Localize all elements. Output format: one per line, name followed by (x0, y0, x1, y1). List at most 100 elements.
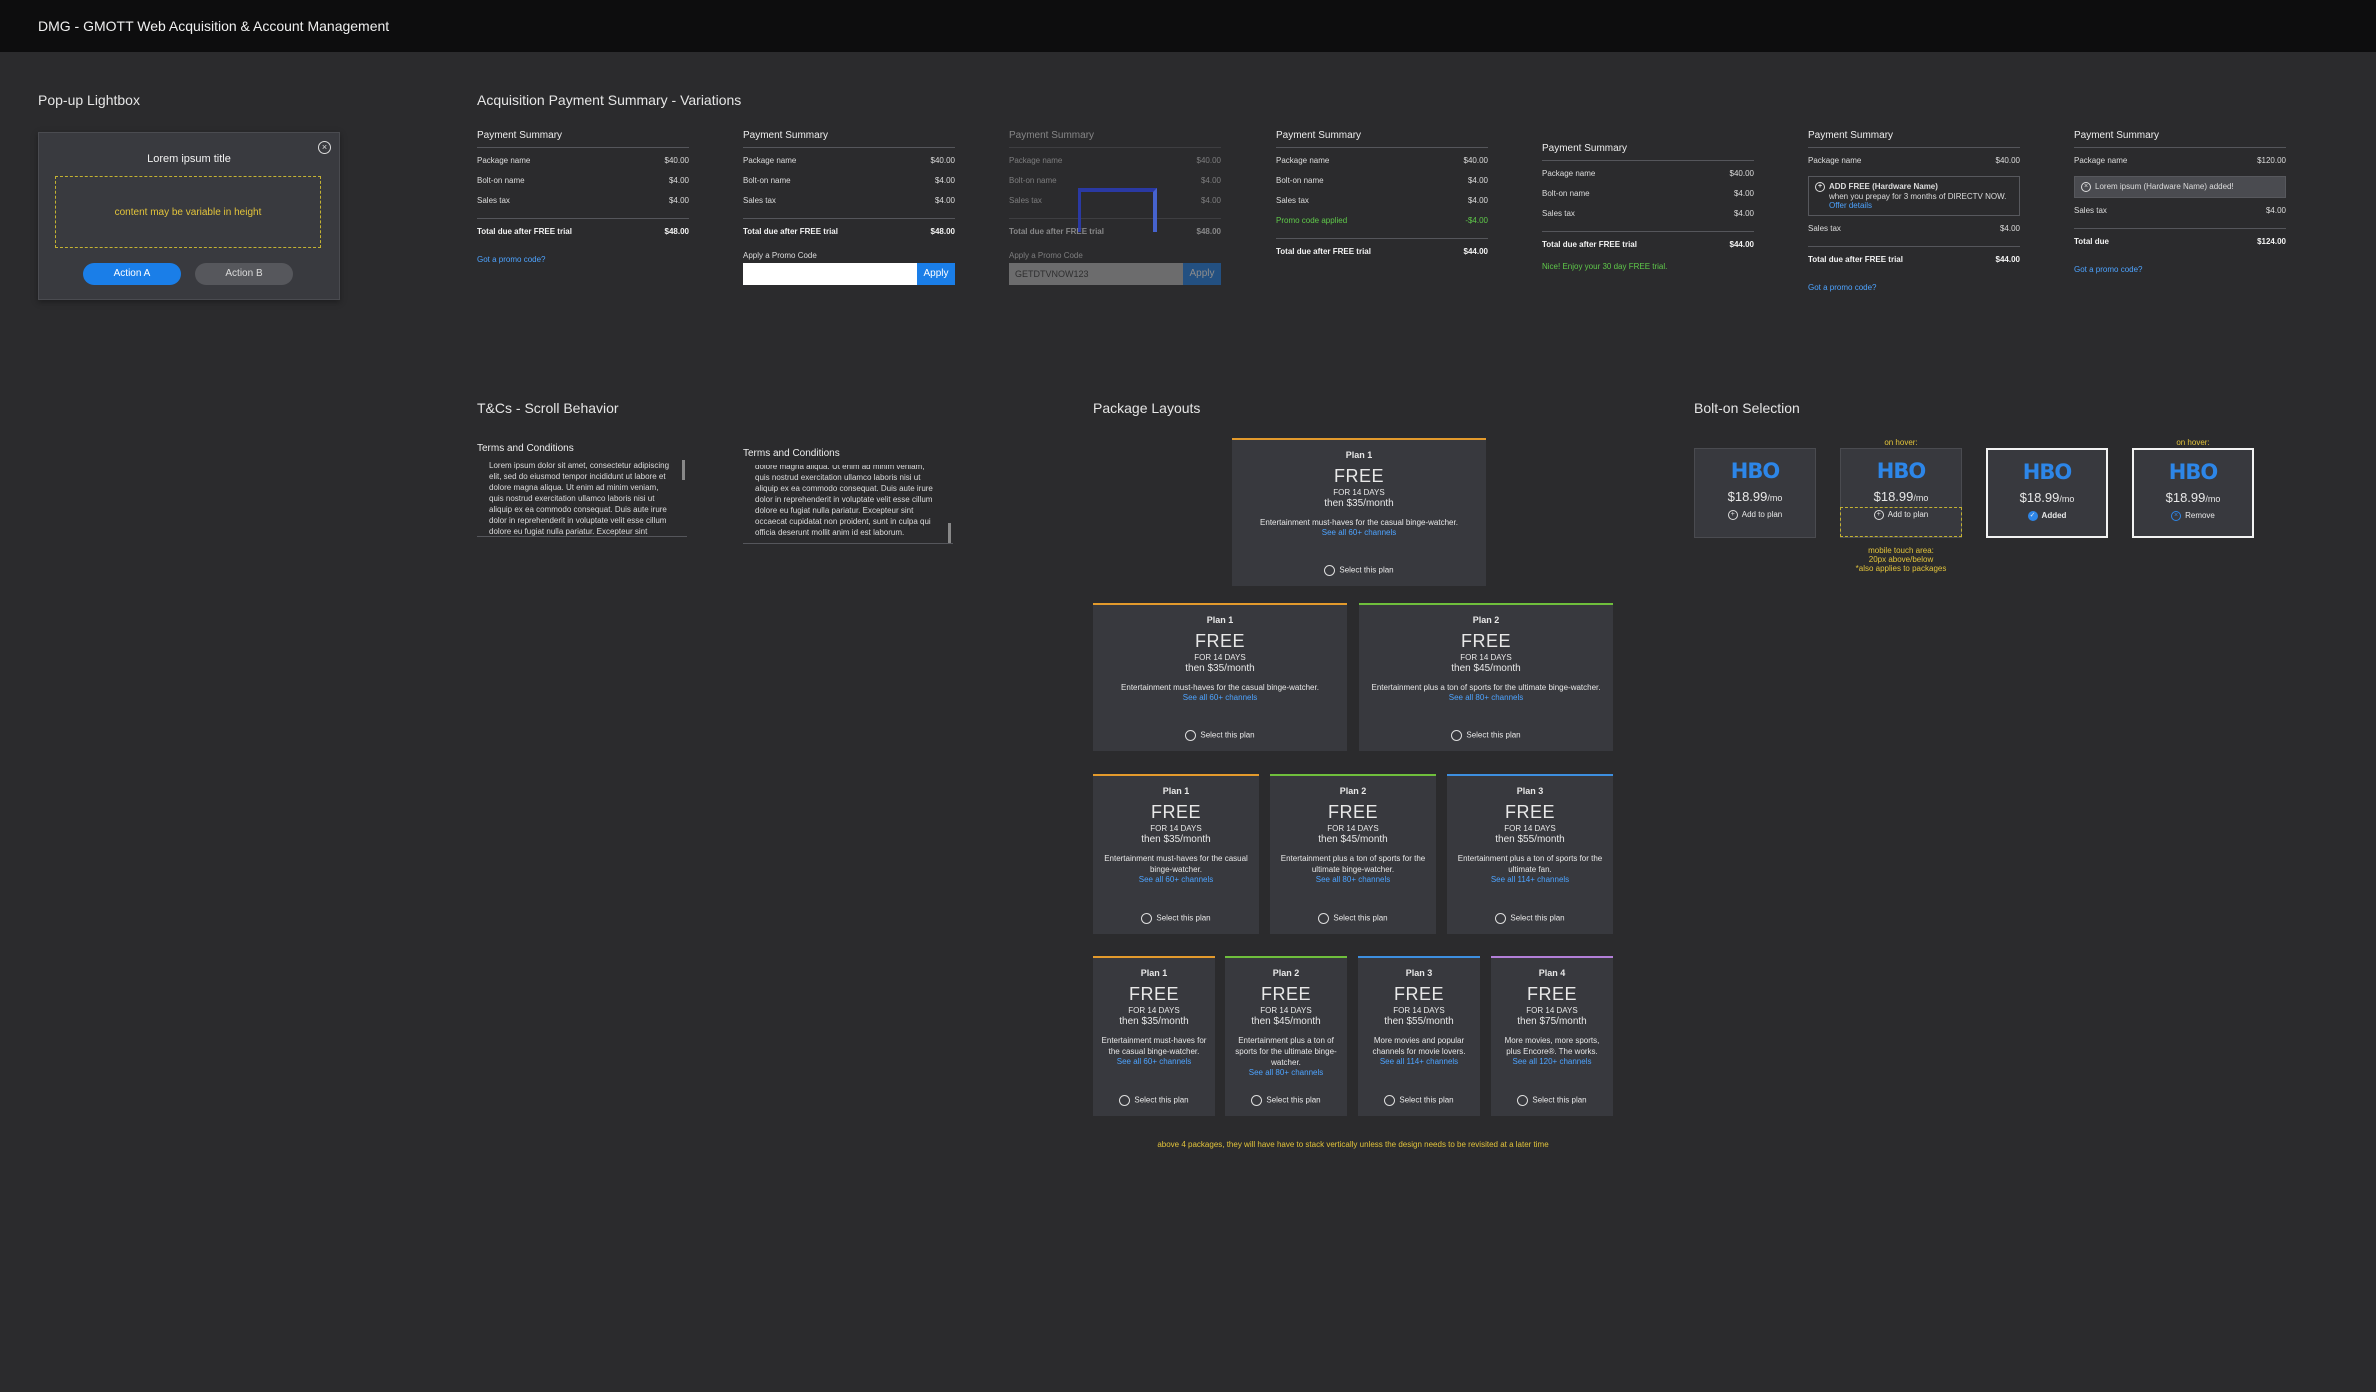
action-a-button[interactable]: Action A (83, 263, 181, 285)
close-icon[interactable]: × (318, 141, 331, 154)
plan-card-3[interactable]: Plan 3 FREE FOR 14 DAYS then $55/month Mor… (1358, 956, 1480, 1116)
promo-label: Apply a Promo Code (743, 251, 817, 260)
loading-spinner-icon (1078, 188, 1157, 232)
promo-link[interactable]: Got a promo code? (1808, 283, 2020, 292)
promo-input[interactable]: GETDTVNOW123 (1009, 263, 1183, 285)
ps-title: Payment Summary (477, 130, 689, 148)
see-channels-link[interactable]: See all 80+ channels (1270, 875, 1436, 884)
bolton-card-remove[interactable]: HBO $18.99/mo × Remove (2132, 448, 2254, 538)
section-title-payment: Acquisition Payment Summary - Variations (477, 92, 742, 108)
radio-icon[interactable] (1517, 1095, 1529, 1106)
ps-row-promo: Promo code applied -$4.00 (1276, 216, 1488, 225)
close-icon: × (2171, 511, 2182, 521)
promo-input[interactable] (743, 263, 917, 285)
hardware-added-box[interactable]: × Lorem ipsum (Hardware Name) added! (2074, 176, 2286, 198)
scrollbar[interactable] (682, 460, 685, 480)
free-hardware-box[interactable]: + ADD FREE (Hardware Name) when you prepa… (1808, 176, 2020, 216)
see-channels-link[interactable]: See all 60+ channels (1093, 693, 1347, 702)
see-channels-link[interactable]: See all 80+ channels (1359, 693, 1613, 702)
radio-icon[interactable] (1451, 730, 1463, 741)
ps-row-tax: Sales tax $4.00 (1808, 224, 2020, 233)
ps-row-package: Package name $120.00 (2074, 156, 2286, 165)
tc-body[interactable]: dolore magna aliqua. Ut enim ad minim ve… (743, 465, 953, 544)
ps-row-total: Total due after FREE trial $44.00 (1808, 246, 2020, 275)
ps-title: Payment Summary (1009, 130, 1221, 148)
radio-icon[interactable] (1324, 565, 1336, 576)
section-title-packages: Package Layouts (1093, 400, 1201, 416)
tc-block-1[interactable]: Terms and Conditions Lorem ipsum dolor s… (477, 443, 687, 537)
tc-title: Terms and Conditions (477, 443, 574, 454)
plan-card-2[interactable]: Plan 2 FREE FOR 14 DAYS then $45/month Ent… (1225, 956, 1347, 1116)
plan-card-1[interactable]: Plan 1 FREE FOR 14 DAYS then $35/month Ent… (1232, 438, 1486, 586)
hbo-logo: HBO (2168, 460, 2218, 484)
section-title-bolton: Bolt-on Selection (1694, 400, 1800, 416)
plan-card-4[interactable]: Plan 4 FREE FOR 14 DAYS then $75/month Mor… (1491, 956, 1613, 1116)
radio-icon[interactable] (1495, 913, 1507, 924)
bolton-card-added[interactable]: HBO $18.99/mo ✓ Added (1986, 448, 2108, 538)
promo-field-group: Apply (743, 263, 955, 285)
trial-message: Nice! Enjoy your 30 day FREE trial. (1542, 262, 1668, 271)
promo-link[interactable]: Got a promo code? (2074, 265, 2286, 274)
see-channels-link[interactable]: See all 114+ channels (1358, 1057, 1480, 1066)
ps-row-bolton: Bolt-on name $4.00 (477, 176, 689, 185)
ps-row-total: Total due $124.00 (2074, 228, 2286, 257)
radio-icon[interactable] (1119, 1095, 1131, 1106)
lightbox-content: content may be variable in height (55, 176, 321, 248)
apply-button[interactable]: Apply (1183, 263, 1221, 285)
apply-button[interactable]: Apply (917, 263, 955, 285)
scrollbar[interactable] (948, 523, 951, 543)
plus-icon: + (1727, 510, 1738, 520)
radio-icon[interactable] (1251, 1095, 1263, 1106)
check-icon: ✓ (2027, 511, 2038, 521)
see-channels-link[interactable]: See all 80+ channels (1225, 1068, 1347, 1077)
ps-row-tax: Sales tax $4.00 (1276, 196, 1488, 205)
bolton-card-hover[interactable]: HBO $18.99/mo + Add to plan (1840, 448, 1962, 538)
plan-card-1[interactable]: Plan 1 FREE FOR 14 DAYS then $35/month Ent… (1093, 956, 1215, 1116)
ps-title: Payment Summary (1808, 130, 2020, 148)
see-channels-link[interactable]: See all 114+ channels (1447, 875, 1613, 884)
plan-card-1[interactable]: Plan 1 FREE FOR 14 DAYS then $35/month Ent… (1093, 774, 1259, 934)
payment-summary-5: Payment Summary Package name $40.00 Bolt-… (1542, 143, 1754, 271)
radio-icon[interactable] (1384, 1095, 1396, 1106)
remove-icon[interactable]: × (2081, 182, 2091, 192)
hbo-logo: HBO (1730, 459, 1780, 483)
ps-row-package: Package name $40.00 (477, 156, 689, 165)
ps-row-bolton: Bolt-on name $4.00 (1542, 189, 1754, 198)
section-title-lightbox: Pop-up Lightbox (38, 92, 140, 108)
action-b-button[interactable]: Action B (195, 263, 293, 285)
ps-row-total: Total due after FREE trial $44.00 (1276, 238, 1488, 267)
offer-details-link[interactable]: Offer details (1815, 201, 2013, 210)
ps-row-package: Package name $40.00 (1542, 169, 1754, 178)
ps-row-package: Package name $40.00 (1808, 156, 2020, 165)
tc-body[interactable]: Lorem ipsum dolor sit amet, consectetur … (477, 460, 687, 537)
promo-label: Apply a Promo Code (1009, 251, 1083, 260)
bolton-card-default[interactable]: HBO $18.99/mo + Add to plan (1694, 448, 1816, 538)
see-channels-link[interactable]: See all 60+ channels (1093, 875, 1259, 884)
ps-title: Payment Summary (1542, 143, 1754, 161)
ps-title: Payment Summary (1276, 130, 1488, 148)
plan-card-2[interactable]: Plan 2 FREE FOR 14 DAYS then $45/month Ent… (1359, 603, 1613, 751)
see-channels-link[interactable]: See all 120+ channels (1491, 1057, 1613, 1066)
radio-icon[interactable] (1141, 913, 1153, 924)
package-note: above 4 packages, they will have have to… (1157, 1140, 1549, 1149)
ps-row-tax: Sales tax $4.00 (477, 196, 689, 205)
touch-area (1840, 507, 1962, 537)
radio-icon[interactable] (1318, 913, 1330, 924)
lightbox-title: Lorem ipsum title (147, 153, 231, 165)
plan-card-2[interactable]: Plan 2 FREE FOR 14 DAYS then $45/month Ent… (1270, 774, 1436, 934)
payment-summary-2: Payment Summary Package name $40.00 Bolt-… (743, 130, 955, 285)
ps-row-tax: Sales tax $4.00 (1542, 209, 1754, 218)
ps-title: Payment Summary (743, 130, 955, 148)
ps-row-package: Package name $40.00 (743, 156, 955, 165)
see-channels-link[interactable]: See all 60+ channels (1232, 528, 1486, 537)
ps-title: Payment Summary (2074, 130, 2286, 148)
see-channels-link[interactable]: See all 60+ channels (1093, 1057, 1215, 1066)
tc-block-2[interactable]: Terms and Conditions dolore magna aliqua… (743, 448, 953, 544)
promo-link[interactable]: Got a promo code? (477, 255, 689, 264)
plan-card-3[interactable]: Plan 3 FREE FOR 14 DAYS then $55/month Ent… (1447, 774, 1613, 934)
payment-summary-6: Payment Summary Package name $40.00 + ADD … (1808, 130, 2020, 292)
radio-icon[interactable] (1185, 730, 1197, 741)
tc-title: Terms and Conditions (743, 448, 840, 459)
ps-row-package: Package name $40.00 (1009, 156, 1221, 165)
plan-card-1[interactable]: Plan 1 FREE FOR 14 DAYS then $35/month Ent… (1093, 603, 1347, 751)
